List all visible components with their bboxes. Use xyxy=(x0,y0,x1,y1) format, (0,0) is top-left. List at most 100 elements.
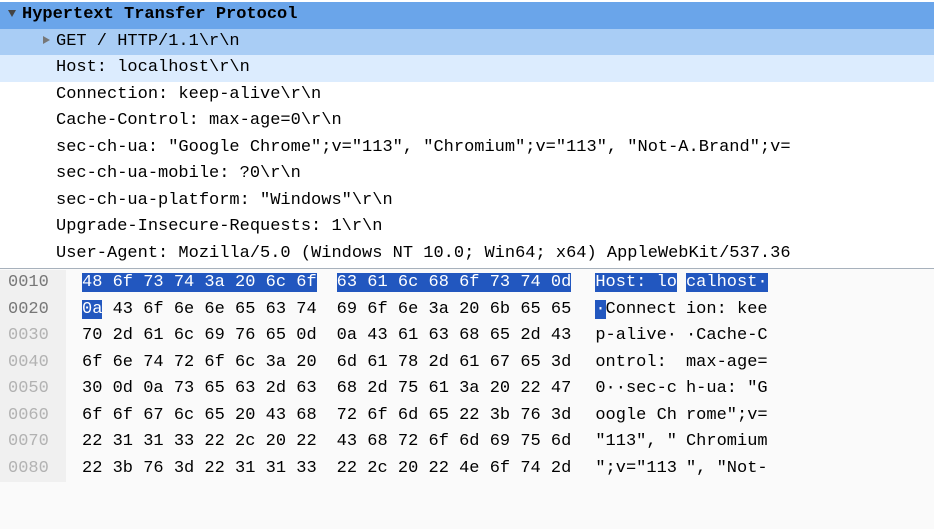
hex-row[interactable]: 003070 2d 61 6c 69 76 65 0d0a 43 61 63 6… xyxy=(0,323,934,350)
hex-byte[interactable]: 6e xyxy=(102,353,133,372)
ascii-char[interactable]: e xyxy=(646,300,656,319)
ascii-char[interactable]: t xyxy=(667,300,677,319)
ascii-char[interactable]: h xyxy=(667,406,677,425)
ascii-char[interactable] xyxy=(667,353,677,372)
ascii-char[interactable]: t xyxy=(747,459,757,478)
tree-item[interactable]: GET / HTTP/1.1\r\n xyxy=(0,29,934,56)
hex-byte[interactable]: 31 xyxy=(133,432,164,451)
ascii-char[interactable]: 1 xyxy=(616,432,626,451)
hex-byte[interactable]: 6f xyxy=(102,406,133,425)
hex-byte[interactable]: 73 xyxy=(133,273,164,292)
tree-item[interactable]: Connection: keep-alive\r\n xyxy=(0,82,934,109)
ascii-char[interactable]: o xyxy=(717,432,727,451)
ascii-char[interactable]: v xyxy=(616,459,626,478)
ascii-char[interactable] xyxy=(646,406,656,425)
ascii-char[interactable]: h xyxy=(717,273,727,292)
hex-byte[interactable]: 31 xyxy=(255,459,286,478)
ascii-char[interactable]: e xyxy=(757,300,767,319)
hex-row[interactable]: 007022 31 31 33 22 2c 20 2243 68 72 6f 6… xyxy=(0,429,934,456)
ascii-char[interactable]: e xyxy=(717,406,727,425)
ascii-char[interactable]: o xyxy=(667,273,677,292)
hex-byte[interactable]: 74 xyxy=(510,459,541,478)
hex-byte[interactable]: 2d xyxy=(418,353,449,372)
hex-byte[interactable]: 3d xyxy=(541,406,572,425)
hex-byte[interactable]: 68 xyxy=(286,406,317,425)
ascii-char[interactable]: v xyxy=(747,406,757,425)
ascii-char[interactable]: · xyxy=(595,300,605,319)
ascii-char[interactable]: e xyxy=(636,379,646,398)
hex-byte[interactable]: 65 xyxy=(194,379,225,398)
hex-row[interactable]: 00606f 6f 67 6c 65 20 43 6872 6f 6d 65 2… xyxy=(0,403,934,430)
ascii-char[interactable]: l xyxy=(706,273,716,292)
hex-byte[interactable]: 65 xyxy=(541,300,572,319)
hex-byte[interactable]: 63 xyxy=(286,379,317,398)
hex-byte[interactable]: 76 xyxy=(225,326,256,345)
ascii-char[interactable]: ; xyxy=(606,459,616,478)
hex-byte[interactable]: 6e xyxy=(388,300,419,319)
ascii-char[interactable] xyxy=(727,300,737,319)
ascii-char[interactable]: e xyxy=(657,326,667,345)
ascii-char[interactable]: a xyxy=(696,273,706,292)
hex-byte[interactable]: 6c xyxy=(388,273,419,292)
hex-byte[interactable]: 63 xyxy=(418,326,449,345)
hex-bytes[interactable]: 0a 43 6f 6e 6e 65 63 7469 6f 6e 3a 20 6b… xyxy=(66,297,571,324)
hex-byte[interactable]: 69 xyxy=(480,432,511,451)
ascii-char[interactable]: : xyxy=(727,379,737,398)
ascii-char[interactable]: C xyxy=(606,300,616,319)
hex-bytes[interactable]: 6f 6e 74 72 6f 6c 3a 206d 61 78 2d 61 67… xyxy=(66,350,571,377)
ascii-char[interactable]: h xyxy=(727,326,737,345)
ascii-char[interactable]: · xyxy=(686,326,696,345)
ascii-char[interactable]: n xyxy=(636,300,646,319)
ascii-char[interactable]: C xyxy=(696,326,706,345)
hex-byte[interactable]: 0a xyxy=(337,326,357,345)
hex-byte[interactable]: 20 xyxy=(286,353,317,372)
ascii-char[interactable] xyxy=(737,379,747,398)
hex-byte[interactable]: 70 xyxy=(82,326,102,345)
ascii-char[interactable]: a xyxy=(717,379,727,398)
hex-byte[interactable]: 72 xyxy=(337,406,357,425)
hex-byte[interactable]: 22 xyxy=(82,459,102,478)
hex-byte[interactable]: 22 xyxy=(286,432,317,451)
hex-byte[interactable]: 6d xyxy=(337,353,357,372)
hex-byte[interactable]: 6f xyxy=(102,273,133,292)
ascii-char[interactable]: o xyxy=(696,406,706,425)
hex-byte[interactable]: 67 xyxy=(133,406,164,425)
hex-byte[interactable]: 75 xyxy=(510,432,541,451)
hex-byte[interactable]: 6d xyxy=(541,432,572,451)
hex-byte[interactable]: 76 xyxy=(133,459,164,478)
hex-byte[interactable]: 6e xyxy=(194,300,225,319)
ascii-char[interactable]: H xyxy=(595,273,605,292)
ascii-char[interactable]: i xyxy=(686,300,696,319)
hex-byte[interactable]: 6f xyxy=(449,273,480,292)
hex-ascii[interactable]: 0··sec-ch-ua: "G xyxy=(571,376,767,403)
hex-ascii[interactable]: ·Connection: kee xyxy=(571,297,767,324)
ascii-char[interactable]: p xyxy=(595,326,605,345)
ascii-char[interactable]: a xyxy=(616,326,626,345)
ascii-char[interactable]: 1 xyxy=(606,432,616,451)
ascii-char[interactable]: e xyxy=(636,406,646,425)
hex-byte[interactable]: 72 xyxy=(164,353,195,372)
hex-byte[interactable]: 20 xyxy=(480,379,511,398)
ascii-char[interactable]: ; xyxy=(737,406,747,425)
ascii-char[interactable]: 0 xyxy=(595,379,605,398)
hex-byte[interactable]: 0d xyxy=(541,273,572,292)
ascii-char[interactable]: " xyxy=(595,432,605,451)
ascii-char[interactable]: " xyxy=(686,459,696,478)
ascii-char[interactable]: c xyxy=(646,379,656,398)
ascii-char[interactable]: g xyxy=(616,406,626,425)
ascii-char[interactable]: o xyxy=(616,300,626,319)
hex-byte[interactable]: 43 xyxy=(357,326,388,345)
tree-item[interactable]: User-Agent: Mozilla/5.0 (Windows NT 10.0… xyxy=(0,241,934,268)
hex-byte[interactable]: 22 xyxy=(194,432,225,451)
hex-bytes[interactable]: 22 31 31 33 22 2c 20 2243 68 72 6f 6d 69… xyxy=(66,429,571,456)
hex-byte[interactable]: 30 xyxy=(82,379,102,398)
ascii-char[interactable] xyxy=(646,273,656,292)
ascii-char[interactable]: s xyxy=(616,273,626,292)
ascii-char[interactable]: c xyxy=(657,300,667,319)
hex-byte[interactable]: 63 xyxy=(255,300,286,319)
hex-byte[interactable]: 6f xyxy=(286,273,317,292)
hex-byte[interactable]: 65 xyxy=(418,406,449,425)
hex-byte[interactable]: 61 xyxy=(388,326,419,345)
hex-bytes[interactable]: 22 3b 76 3d 22 31 31 3322 2c 20 22 4e 6f… xyxy=(66,456,571,483)
hex-byte[interactable]: 3a xyxy=(255,353,286,372)
